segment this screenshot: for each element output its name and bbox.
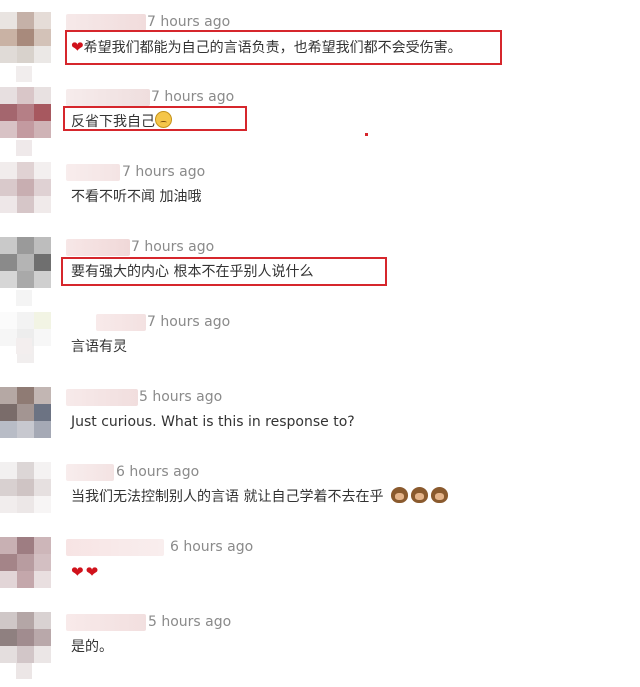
comment-item: 6 hours ago 当我们无法控制别人的言语 就让自己学着不去在乎 xyxy=(0,462,640,537)
timestamp: 7 hours ago xyxy=(147,14,231,30)
highlight-box xyxy=(63,106,247,131)
comment-item: 5 hours ago 是的。 xyxy=(0,612,640,687)
avatar-mosaic-fragment xyxy=(16,290,32,306)
username-blurred[interactable] xyxy=(66,614,146,631)
username-blurred[interactable] xyxy=(66,14,146,31)
avatar[interactable] xyxy=(0,387,51,438)
comment-item: 7 hours ago 言语有灵 xyxy=(0,312,640,387)
avatar[interactable] xyxy=(0,237,51,288)
avatar[interactable] xyxy=(0,537,51,588)
comment-text: 当我们无法控制别人的言语 就让自己学着不去在乎 xyxy=(71,486,448,508)
annotation-dot xyxy=(365,133,368,136)
timestamp: 7 hours ago xyxy=(151,89,235,105)
avatar-mosaic-fragment xyxy=(16,338,32,354)
see-no-evil-monkey-icon xyxy=(390,487,408,503)
username-blurred[interactable] xyxy=(66,89,150,106)
comment-item: 6 hours ago ❤ ❤ xyxy=(0,537,640,612)
timestamp: 7 hours ago xyxy=(131,239,215,255)
avatar[interactable] xyxy=(0,462,51,513)
highlight-box xyxy=(61,257,387,286)
heart-icon: ❤ xyxy=(71,563,84,581)
avatar[interactable] xyxy=(0,612,51,663)
comment-text: 不看不听不闻 加油哦 xyxy=(71,189,202,205)
heart-icon: ❤ xyxy=(85,563,99,581)
timestamp: 7 hours ago xyxy=(147,314,231,330)
username-blurred[interactable] xyxy=(66,464,114,481)
username-blurred[interactable] xyxy=(66,164,120,181)
comment-text: 是的。 xyxy=(71,639,113,655)
timestamp: 5 hours ago xyxy=(139,389,223,405)
avatar-mosaic-fragment xyxy=(16,663,32,679)
username-blurred[interactable] xyxy=(66,539,164,556)
avatar[interactable] xyxy=(0,12,51,63)
comment-item: 7 hours ago 不看不听不闻 加油哦 xyxy=(0,162,640,237)
username-blurred[interactable] xyxy=(66,389,138,406)
comment-item: 5 hours ago Just curious. What is this i… xyxy=(0,387,640,462)
timestamp: 6 hours ago xyxy=(170,539,254,555)
username-blurred[interactable] xyxy=(96,314,146,331)
avatar-mosaic-fragment xyxy=(16,66,32,82)
comment-text: 言语有灵 xyxy=(71,339,127,355)
avatar-mosaic-fragment xyxy=(16,140,32,156)
timestamp: 6 hours ago xyxy=(116,464,200,480)
timestamp: 7 hours ago xyxy=(122,164,206,180)
comment-text: Just curious. What is this in response t… xyxy=(71,414,355,430)
highlight-box xyxy=(65,30,502,65)
hear-no-evil-monkey-icon xyxy=(410,487,428,503)
username-blurred[interactable] xyxy=(66,239,130,256)
avatar[interactable] xyxy=(0,87,51,138)
speak-no-evil-monkey-icon xyxy=(430,487,448,503)
comment-text: ❤ ❤ xyxy=(71,561,98,584)
avatar[interactable] xyxy=(0,162,51,213)
timestamp: 5 hours ago xyxy=(148,614,232,630)
